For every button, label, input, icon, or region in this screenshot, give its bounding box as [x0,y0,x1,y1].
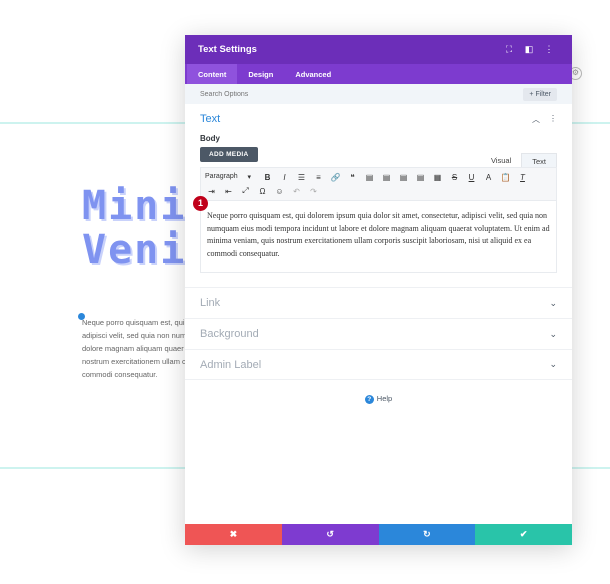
background-section-header[interactable]: Background ⌄ [185,318,572,349]
step-marker: 1 [193,196,208,211]
align-right-icon[interactable]: ▤ [397,173,410,182]
search-options-input[interactable] [200,90,400,98]
quote-icon[interactable]: ❝ [346,173,359,182]
paragraph-format-select[interactable]: Paragraph ▾ [205,173,257,181]
more-icon[interactable]: ⋮ [549,114,557,125]
table-icon[interactable]: ▦ [431,173,444,182]
outdent-icon[interactable]: ⇤ [222,187,235,196]
heading-line-2: Veni [82,227,187,273]
rich-text-editor: Paragraph ▾ B I ☰ ≡ 🔗 ❝ ▤ ▤ ▤ ▤ ▦ S U A 📋… [200,167,557,273]
help-label: Help [376,394,393,403]
admin-label-section-title: Admin Label [200,358,262,371]
editor-content[interactable]: Neque porro quisquam est, qui dolorem ip… [201,201,556,269]
body-label: Body [200,134,220,143]
help-link[interactable]: ? Help [185,394,572,404]
chevron-down-icon[interactable]: ⌄ [549,329,557,340]
redo-button[interactable]: ↻ [378,524,476,545]
link-icon[interactable]: 🔗 [329,173,342,182]
editor-top: ADD MEDIA Visual Text [200,147,557,169]
modal-footer: ✖ ↺ ↻ ✔ [185,524,572,545]
text-color-icon[interactable]: A [482,173,495,182]
chevron-down-icon[interactable]: ⌄ [549,298,557,309]
link-section-header[interactable]: Link ⌄ [185,287,572,318]
tab-content[interactable]: Content [187,64,238,84]
undo-icon[interactable]: ↶ [290,187,303,196]
filter-button[interactable]: + Filter [523,87,557,101]
fullscreen-icon[interactable]: ⤢ [239,186,252,196]
bullet-list-icon[interactable]: ☰ [295,173,308,182]
search-row: + Filter [185,84,572,104]
cancel-button[interactable]: ✖ [185,524,282,545]
expand-icon[interactable]: ⛶ [499,44,519,55]
modal-title: Text Settings [198,44,257,55]
tab-design[interactable]: Design [237,64,284,84]
sidebar-icon[interactable]: ◧ [519,44,539,55]
justify-icon[interactable]: ▤ [414,173,427,182]
admin-label-section-header[interactable]: Admin Label ⌄ [185,349,572,380]
modal-header: Text Settings ⛶ ◧ ⋮ [185,35,572,64]
text-section-title: Text [200,113,221,125]
special-char-icon[interactable]: Ω [256,187,269,196]
redo-icon[interactable]: ↷ [307,187,320,196]
save-button[interactable]: ✔ [475,524,572,545]
undo-button[interactable]: ↺ [281,524,379,545]
chevron-up-icon[interactable]: ︿ [532,114,540,125]
heading-line-1: Mini [82,183,187,229]
emoji-icon[interactable]: ☺ [273,187,286,196]
modal-tabs: Content Design Advanced [185,64,572,84]
chevron-down-icon[interactable]: ⌄ [549,359,557,370]
clear-format-icon[interactable]: T [516,173,529,182]
paste-icon[interactable]: 📋 [499,173,512,182]
editor-toolbar: Paragraph ▾ B I ☰ ≡ 🔗 ❝ ▤ ▤ ▤ ▤ ▦ S U A 📋… [201,168,556,201]
indent-icon[interactable]: ⇥ [205,187,218,196]
add-media-button[interactable]: ADD MEDIA [200,147,258,162]
align-center-icon[interactable]: ▤ [380,173,393,182]
page-heading: Mini Veni [82,184,186,272]
tab-advanced[interactable]: Advanced [284,64,342,84]
link-section-title: Link [200,297,221,309]
text-settings-modal: Text Settings ⛶ ◧ ⋮ Content Design Advan… [185,35,572,545]
bold-icon[interactable]: B [261,173,274,182]
text-section-header[interactable]: Text ︿ ⋮ [185,104,572,134]
strikethrough-icon[interactable]: S [448,173,461,182]
italic-icon[interactable]: I [278,173,291,182]
more-icon[interactable]: ⋮ [539,44,559,55]
align-left-icon[interactable]: ▤ [363,173,376,182]
numbered-list-icon[interactable]: ≡ [312,173,325,182]
help-icon: ? [364,395,374,404]
underline-icon[interactable]: U [465,173,478,182]
background-section-title: Background [200,328,259,340]
